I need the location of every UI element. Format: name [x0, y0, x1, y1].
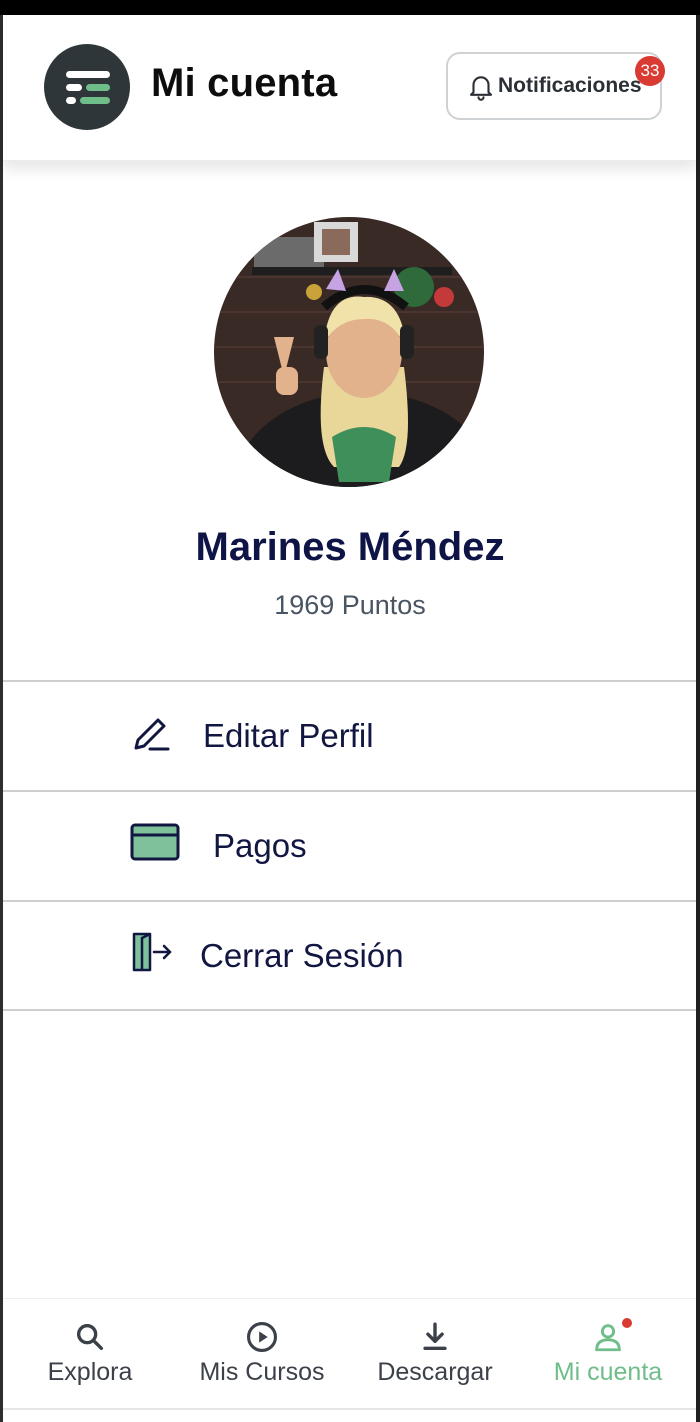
page-title: Mi cuenta — [151, 61, 338, 105]
nav-item-descargar[interactable]: Descargar — [348, 1320, 522, 1400]
menu-item-payments[interactable]: Pagos — [3, 792, 696, 900]
user-icon — [595, 1324, 621, 1352]
nav-label: Explora — [47, 1358, 133, 1386]
user-name: Marines Méndez — [195, 525, 505, 569]
credit-card-icon — [130, 823, 180, 861]
window-edge-right — [696, 15, 700, 1422]
notifications-button[interactable]: Notificaciones — [446, 52, 662, 120]
menu-item-edit-profile[interactable]: Editar Perfil — [3, 682, 696, 790]
nav-label: Mis Cursos — [199, 1358, 325, 1386]
app-header: Mi cuenta Notificaciones 33 — [3, 15, 696, 161]
menu-item-label: Cerrar Sesión — [200, 937, 404, 974]
notifications-count-badge: 33 — [635, 56, 665, 86]
nav-item-mis-cursos[interactable]: Mis Cursos — [175, 1320, 349, 1400]
pencil-icon — [134, 718, 170, 751]
menu-item-label: Pagos — [213, 827, 307, 864]
nav-item-explora[interactable]: Explora — [3, 1320, 177, 1400]
bottom-divider — [3, 1408, 696, 1410]
menu-item-label: Editar Perfil — [203, 717, 374, 754]
nav-label: Mi cuenta — [553, 1358, 663, 1386]
bell-icon — [469, 76, 493, 101]
menu-item-logout[interactable]: Cerrar Sesión — [3, 902, 696, 1010]
nav-label: Descargar — [377, 1358, 493, 1386]
download-icon — [423, 1322, 447, 1351]
play-circle-icon — [246, 1321, 278, 1353]
logout-icon — [132, 932, 172, 972]
active-dot — [622, 1318, 632, 1328]
divider — [3, 1009, 696, 1011]
search-icon — [76, 1323, 104, 1351]
nav-item-mi-cuenta[interactable]: Mi cuenta — [521, 1318, 695, 1400]
status-bar — [0, 0, 700, 15]
notifications-label: Notificaciones — [498, 74, 642, 97]
app-logo[interactable] — [44, 44, 130, 130]
profile-avatar — [214, 217, 484, 487]
user-points: 1969 Puntos — [274, 590, 426, 620]
